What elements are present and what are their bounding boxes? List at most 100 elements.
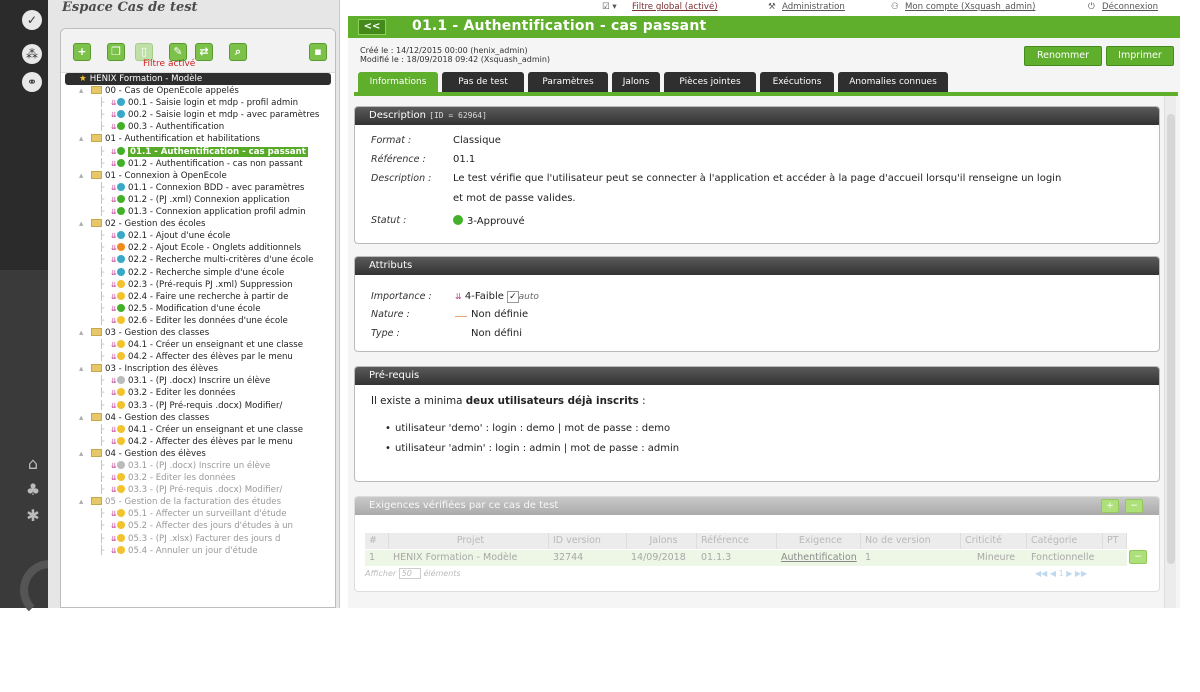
first-page-icon[interactable]: ◀◀ [1035,569,1047,578]
tab-attachments[interactable]: Pièces jointes [664,72,756,92]
delete-icon[interactable]: ▪ [309,43,327,61]
column-header-pt[interactable]: PT [1103,533,1127,549]
campaign-icon[interactable]: ⚭ [22,72,42,92]
column-header-requirement[interactable]: Exigence [777,533,861,549]
back-button[interactable]: << [358,19,386,35]
logout-link[interactable]: Déconnexion [1102,2,1158,12]
tree-folder[interactable]: ▴ 02 - Gestion des écoles [65,218,335,230]
expand-toggle-icon[interactable]: ▴ [79,218,83,230]
tree-test-case[interactable]: ├ ⇊ 04.2 - Affecter des élèves par le menu [65,351,335,363]
tree-test-case[interactable]: ├ ⇊ 01.1 - Authentification - cas passant [65,146,335,158]
importance-value[interactable]: ⇊ 4-Faible ✓ auto [455,291,539,303]
tree-test-case[interactable]: ├ ⇊ 00.2 - Saisie login et mdp - avec para… [65,109,335,121]
tree-test-case[interactable]: ├ ⇊ 02.1 - Ajout d'une école [65,230,335,242]
home-icon[interactable]: ⌂ [23,454,43,474]
tab-informations[interactable]: Informations [358,72,438,92]
prerequisites-intro[interactable]: Il existe a minima deux utilisateurs déj… [371,395,646,407]
tree-test-case[interactable]: ├ ⇊ 02.3 - (Pré-requis PJ .xml) Suppressio… [65,279,335,291]
auto-checkbox[interactable]: ✓ [507,291,519,303]
tree-test-case[interactable]: ├ ⇊ 03.3 - (PJ Pré-requis .docx) Modifier/ [65,400,335,412]
expand-toggle-icon[interactable]: ▴ [79,412,83,424]
nature-value[interactable]: Non définie [455,309,528,320]
column-header-milestones[interactable]: Jalons [627,533,697,549]
tree-folder[interactable]: ▴ 05 - Gestion de la facturation des étud… [65,496,335,508]
tab-known-issues[interactable]: Anomalies connues [838,72,948,92]
reference-value[interactable]: 01.1 [453,154,475,165]
copy-icon[interactable]: ❐ [107,43,125,61]
tree-test-case[interactable]: ├ ⇊ 03.1 - (PJ .docx) Inscrire un élève [65,375,335,387]
add-requirement-button[interactable]: + [1101,499,1119,513]
column-header-index[interactable]: # [365,533,389,549]
tree-test-case[interactable]: ├ ⇊ 01.3 - Connexion application profil ad… [65,206,335,218]
link-icon[interactable]: ⇄ [195,43,213,61]
description-value[interactable]: Le test vérifie que l'utilisateur peut s… [453,169,1061,209]
tree-folder[interactable]: ▴ 01 - Authentification et habilitations [65,133,335,145]
tab-test-steps[interactable]: Pas de test [442,72,524,92]
administration-link[interactable]: Administration [782,2,845,12]
expand-toggle-icon[interactable]: ▴ [79,85,83,97]
tab-parameters[interactable]: Paramètres [528,72,608,92]
tree-test-case[interactable]: ├ ⇊ 02.2 - Recherche multi-critères d'une … [65,254,335,266]
tree-test-case[interactable]: ├ ⇊ 01.2 - Authentification - cas non pass… [65,158,335,170]
tree-folder[interactable]: ▴ 03 - Gestion des classes [65,327,335,339]
add-icon[interactable]: + [73,43,91,61]
search-icon[interactable]: ⌕ [229,43,247,61]
requirements-icon[interactable]: ⁂ [22,44,42,64]
tree-test-case[interactable]: ├ ⇊ 03.3 - (PJ Pré-requis .docx) Modifier/ [65,484,335,496]
current-page[interactable]: 1 [1059,569,1064,578]
tree-test-case[interactable]: ├ ⇊ 02.6 - Editer les données d'une école [65,315,335,327]
expand-toggle-icon[interactable]: ▴ [79,170,83,182]
tree-test-case[interactable]: ├ ⇊ 00.1 - Saisie login et mdp - profil ad… [65,97,335,109]
tree-test-case[interactable]: ├ ⇊ 01.1 - Connexion BDD - avec paramètres [65,182,335,194]
print-button[interactable]: Imprimer [1106,46,1174,66]
expand-toggle-icon[interactable]: ▴ [79,448,83,460]
previous-page-icon[interactable]: ◀ [1050,569,1056,578]
column-header-category[interactable]: Catégorie [1027,533,1103,549]
tree-test-case[interactable]: ├ ⇊ 00.3 - Authentification [65,121,335,133]
tab-executions[interactable]: Exécutions [760,72,834,92]
account-link[interactable]: Mon compte (Xsquash_admin) [905,2,1035,12]
tree-test-case[interactable]: ├ ⇊ 03.2 - Editer les données [65,387,335,399]
rename-button[interactable]: Renommer [1024,46,1102,66]
tree-test-case[interactable]: ├ ⇊ 01.2 - (PJ .xml) Connexion application [65,194,335,206]
scrollbar-thumb[interactable] [1167,114,1175,564]
tree-test-case[interactable]: ├ ⇊ 02.5 - Modification d'une école [65,303,335,315]
expand-toggle-icon[interactable]: ▴ [79,363,83,375]
prerequisites-heading[interactable]: Pré-requis [355,367,1159,385]
content-scrollbar[interactable] [1164,96,1176,608]
tree-folder[interactable]: ▴ 01 - Connexion à OpenEcole [65,170,335,182]
next-page-icon[interactable]: ▶ [1066,569,1072,578]
tree-test-case[interactable]: ├ ⇊ 04.1 - Créer un enseignant et une clas… [65,424,335,436]
tree-test-case[interactable]: ├ ⇊ 02.4 - Faire une recherche à partir de [65,291,335,303]
tree-test-case[interactable]: ├ ⇊ 05.3 - (PJ .xlsx) Facturer des jours d [65,533,335,545]
description-header[interactable]: Description [ID = 62964] [355,107,1159,125]
tree-test-case[interactable]: ├ ⇊ 04.1 - Créer un enseignant et une clas… [65,339,335,351]
tree-test-case[interactable]: ├ ⇊ 05.2 - Affecter des jours d'études à u… [65,520,335,532]
attributes-heading[interactable]: Attributs [355,257,1159,275]
tree-test-case[interactable]: ├ ⇊ 03.2 - Editer les données [65,472,335,484]
tree-folder[interactable]: ▴ 04 - Gestion des élèves [65,448,335,460]
requirements-heading[interactable]: Exigences vérifiées par ce cas de test [355,497,1159,515]
tree-folder[interactable]: ▴ 03 - Inscription des élèves [65,363,335,375]
format-value[interactable]: Classique [453,135,501,146]
tree-test-case[interactable]: ├ ⇊ 05.1 - Affecter un surveillant d'étude [65,508,335,520]
global-filter-link[interactable]: Filtre global (activé) [632,2,718,12]
unlink-requirement-button[interactable]: − [1129,550,1147,564]
column-header-reference[interactable]: Référence [697,533,777,549]
column-header-project[interactable]: Projet [389,533,549,549]
tree-folder[interactable]: ▴ 04 - Gestion des classes [65,412,335,424]
tree-test-case[interactable]: ├ ⇊ 03.1 - (PJ .docx) Inscrire un élève [65,460,335,472]
expand-toggle-icon[interactable]: ▴ [79,133,83,145]
page-size-select[interactable]: 50 [398,568,421,579]
tree-folder[interactable]: ▴ 00 - Cas de OpenEcole appelés [65,85,335,97]
check-icon[interactable]: ✓ [22,10,42,30]
tree-test-case[interactable]: ├ ⇊ 02.2 - Ajout Ecole - Onglets additionn… [65,242,335,254]
status-value[interactable]: 3-Approuvé [453,215,525,227]
people-icon[interactable]: ♣ [23,480,43,500]
bug-icon[interactable]: ✱ [23,506,43,526]
column-header-version-number[interactable]: No de version [861,533,961,549]
tab-milestones[interactable]: Jalons [612,72,660,92]
expand-toggle-icon[interactable]: ▴ [79,327,83,339]
expand-toggle-icon[interactable]: ▴ [79,496,83,508]
last-page-icon[interactable]: ▶▶ [1075,569,1087,578]
